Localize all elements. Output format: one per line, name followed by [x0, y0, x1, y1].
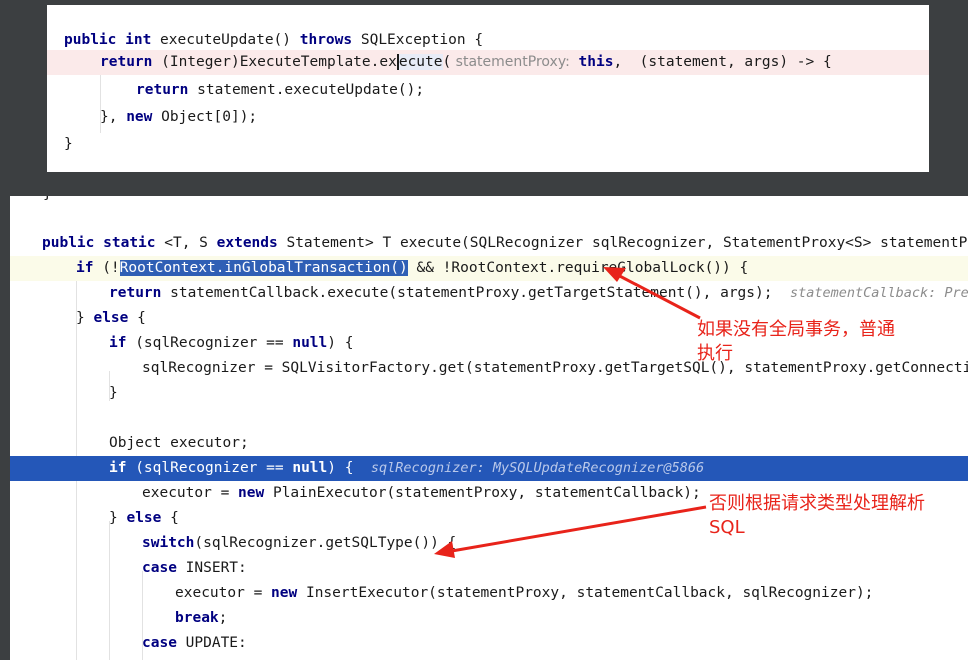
code-text: InsertExecutor(statementProxy, statement…: [297, 585, 874, 601]
code-line: executor = new InsertExecutor(statementP…: [10, 581, 968, 606]
keyword: static: [103, 235, 156, 251]
keyword: return: [136, 82, 189, 98]
code-line: return statement.executeUpdate();: [47, 78, 929, 103]
code-text: Object[0]);: [152, 109, 258, 125]
bottom-code-panel: } public static <T, S extends Statement>…: [10, 196, 968, 660]
code-text: statementCallback.execute(statementProxy…: [161, 285, 790, 301]
keyword: if: [109, 460, 127, 476]
code-line: break;: [10, 606, 968, 631]
annotation-dispatch-by-type: 否则根据请求类型处理解析 SQL: [709, 493, 925, 538]
code-text: (!: [93, 260, 120, 276]
keyword: null: [292, 460, 328, 476]
text-caret: ecute: [396, 54, 443, 70]
code-text: }: [76, 310, 94, 326]
code-line: }, new Object[0]);: [47, 105, 929, 130]
keyword: break: [175, 610, 219, 626]
annotation-no-global-transaction: 如果没有全局事务，普通 执行: [697, 319, 895, 364]
keyword: case: [142, 635, 177, 651]
code-line: }: [47, 132, 929, 157]
keyword: public: [42, 235, 95, 251]
code-line: return statementCallback.execute(stateme…: [10, 281, 968, 306]
code-text: {: [161, 510, 179, 526]
keyword: case: [142, 560, 177, 576]
code-text: INSERT:: [176, 560, 247, 576]
code-text: executeUpdate(): [151, 32, 300, 48]
keyword: return: [109, 285, 162, 301]
code-line: }: [10, 381, 968, 406]
code-text: ;: [218, 610, 228, 626]
code-text: Object executor;: [109, 435, 249, 451]
keyword: new: [238, 485, 265, 501]
code-line-current[interactable]: return (Integer)ExecuteTemplate.ex ecute(…: [47, 50, 929, 75]
code-line: case INSERT:: [10, 556, 968, 581]
keyword: if: [109, 335, 127, 351]
code-text: }: [43, 196, 52, 202]
code-text: executor =: [175, 585, 272, 601]
code-text: ex: [379, 54, 397, 70]
keyword: else: [93, 310, 129, 326]
code-line: }: [10, 196, 968, 207]
keyword: else: [126, 510, 162, 526]
code-text: SQLException {: [352, 32, 484, 48]
code-text: UPDATE:: [176, 635, 247, 651]
code-text: , (statement, args) -> {: [613, 54, 832, 70]
keyword: null: [292, 335, 328, 351]
debug-value-hint: sqlRecognizer: MySQLUpdateRecognizer@586…: [370, 460, 705, 476]
keyword: throws: [299, 32, 353, 48]
keyword: public: [64, 32, 117, 48]
keyword: extends: [216, 235, 278, 251]
code-text: Statement> T execute(SQLRecognizer sqlRe…: [277, 235, 968, 251]
debug-value-hint: statementCallback: Prepar: [789, 285, 968, 301]
code-text: ecute: [398, 54, 443, 70]
code-text: && !RootContext.requireGlobalLock()) {: [407, 260, 749, 276]
code-text: }: [64, 136, 73, 152]
keyword: switch: [142, 535, 195, 551]
code-text: }: [109, 385, 118, 401]
code-line-breakpoint[interactable]: if (sqlRecognizer == null) { sqlRecogniz…: [10, 456, 968, 481]
code-line: Object executor;: [10, 431, 968, 456]
code-text: executor =: [142, 485, 239, 501]
code-text: <T, S: [155, 235, 217, 251]
code-text: PlainExecutor(statementProxy, statementC…: [264, 485, 701, 501]
code-text: },: [100, 109, 127, 125]
keyword: new: [271, 585, 298, 601]
keyword: if: [76, 260, 94, 276]
code-text: }: [109, 510, 127, 526]
top-code-panel: public int executeUpdate() throws SQLExc…: [47, 5, 929, 172]
selected-expression[interactable]: RootContext.inGlobalTransaction(): [119, 260, 408, 276]
keyword: this: [578, 54, 614, 70]
keyword: return: [100, 54, 153, 70]
keyword: new: [126, 109, 153, 125]
keyword: int: [125, 32, 152, 48]
code-text: statement.executeUpdate();: [188, 82, 425, 98]
code-text: ) {: [327, 335, 354, 351]
code-text: (Integer)ExecuteTemplate.: [152, 54, 380, 70]
code-line: public static <T, S extends Statement> T…: [10, 231, 968, 256]
code-text: {: [128, 310, 146, 326]
indent-guide: [100, 75, 101, 133]
code-text: (: [442, 54, 452, 70]
parameter-hint: statementProxy:: [451, 54, 570, 70]
code-text: (sqlRecognizer ==: [126, 460, 293, 476]
code-text: (sqlRecognizer ==: [126, 335, 293, 351]
code-line: case UPDATE:: [10, 631, 968, 656]
code-text: ) {: [327, 460, 371, 476]
code-text: (sqlRecognizer.getSQLType()) {: [194, 535, 457, 551]
code-line: if (!RootContext.inGlobalTransaction() &…: [10, 256, 968, 281]
